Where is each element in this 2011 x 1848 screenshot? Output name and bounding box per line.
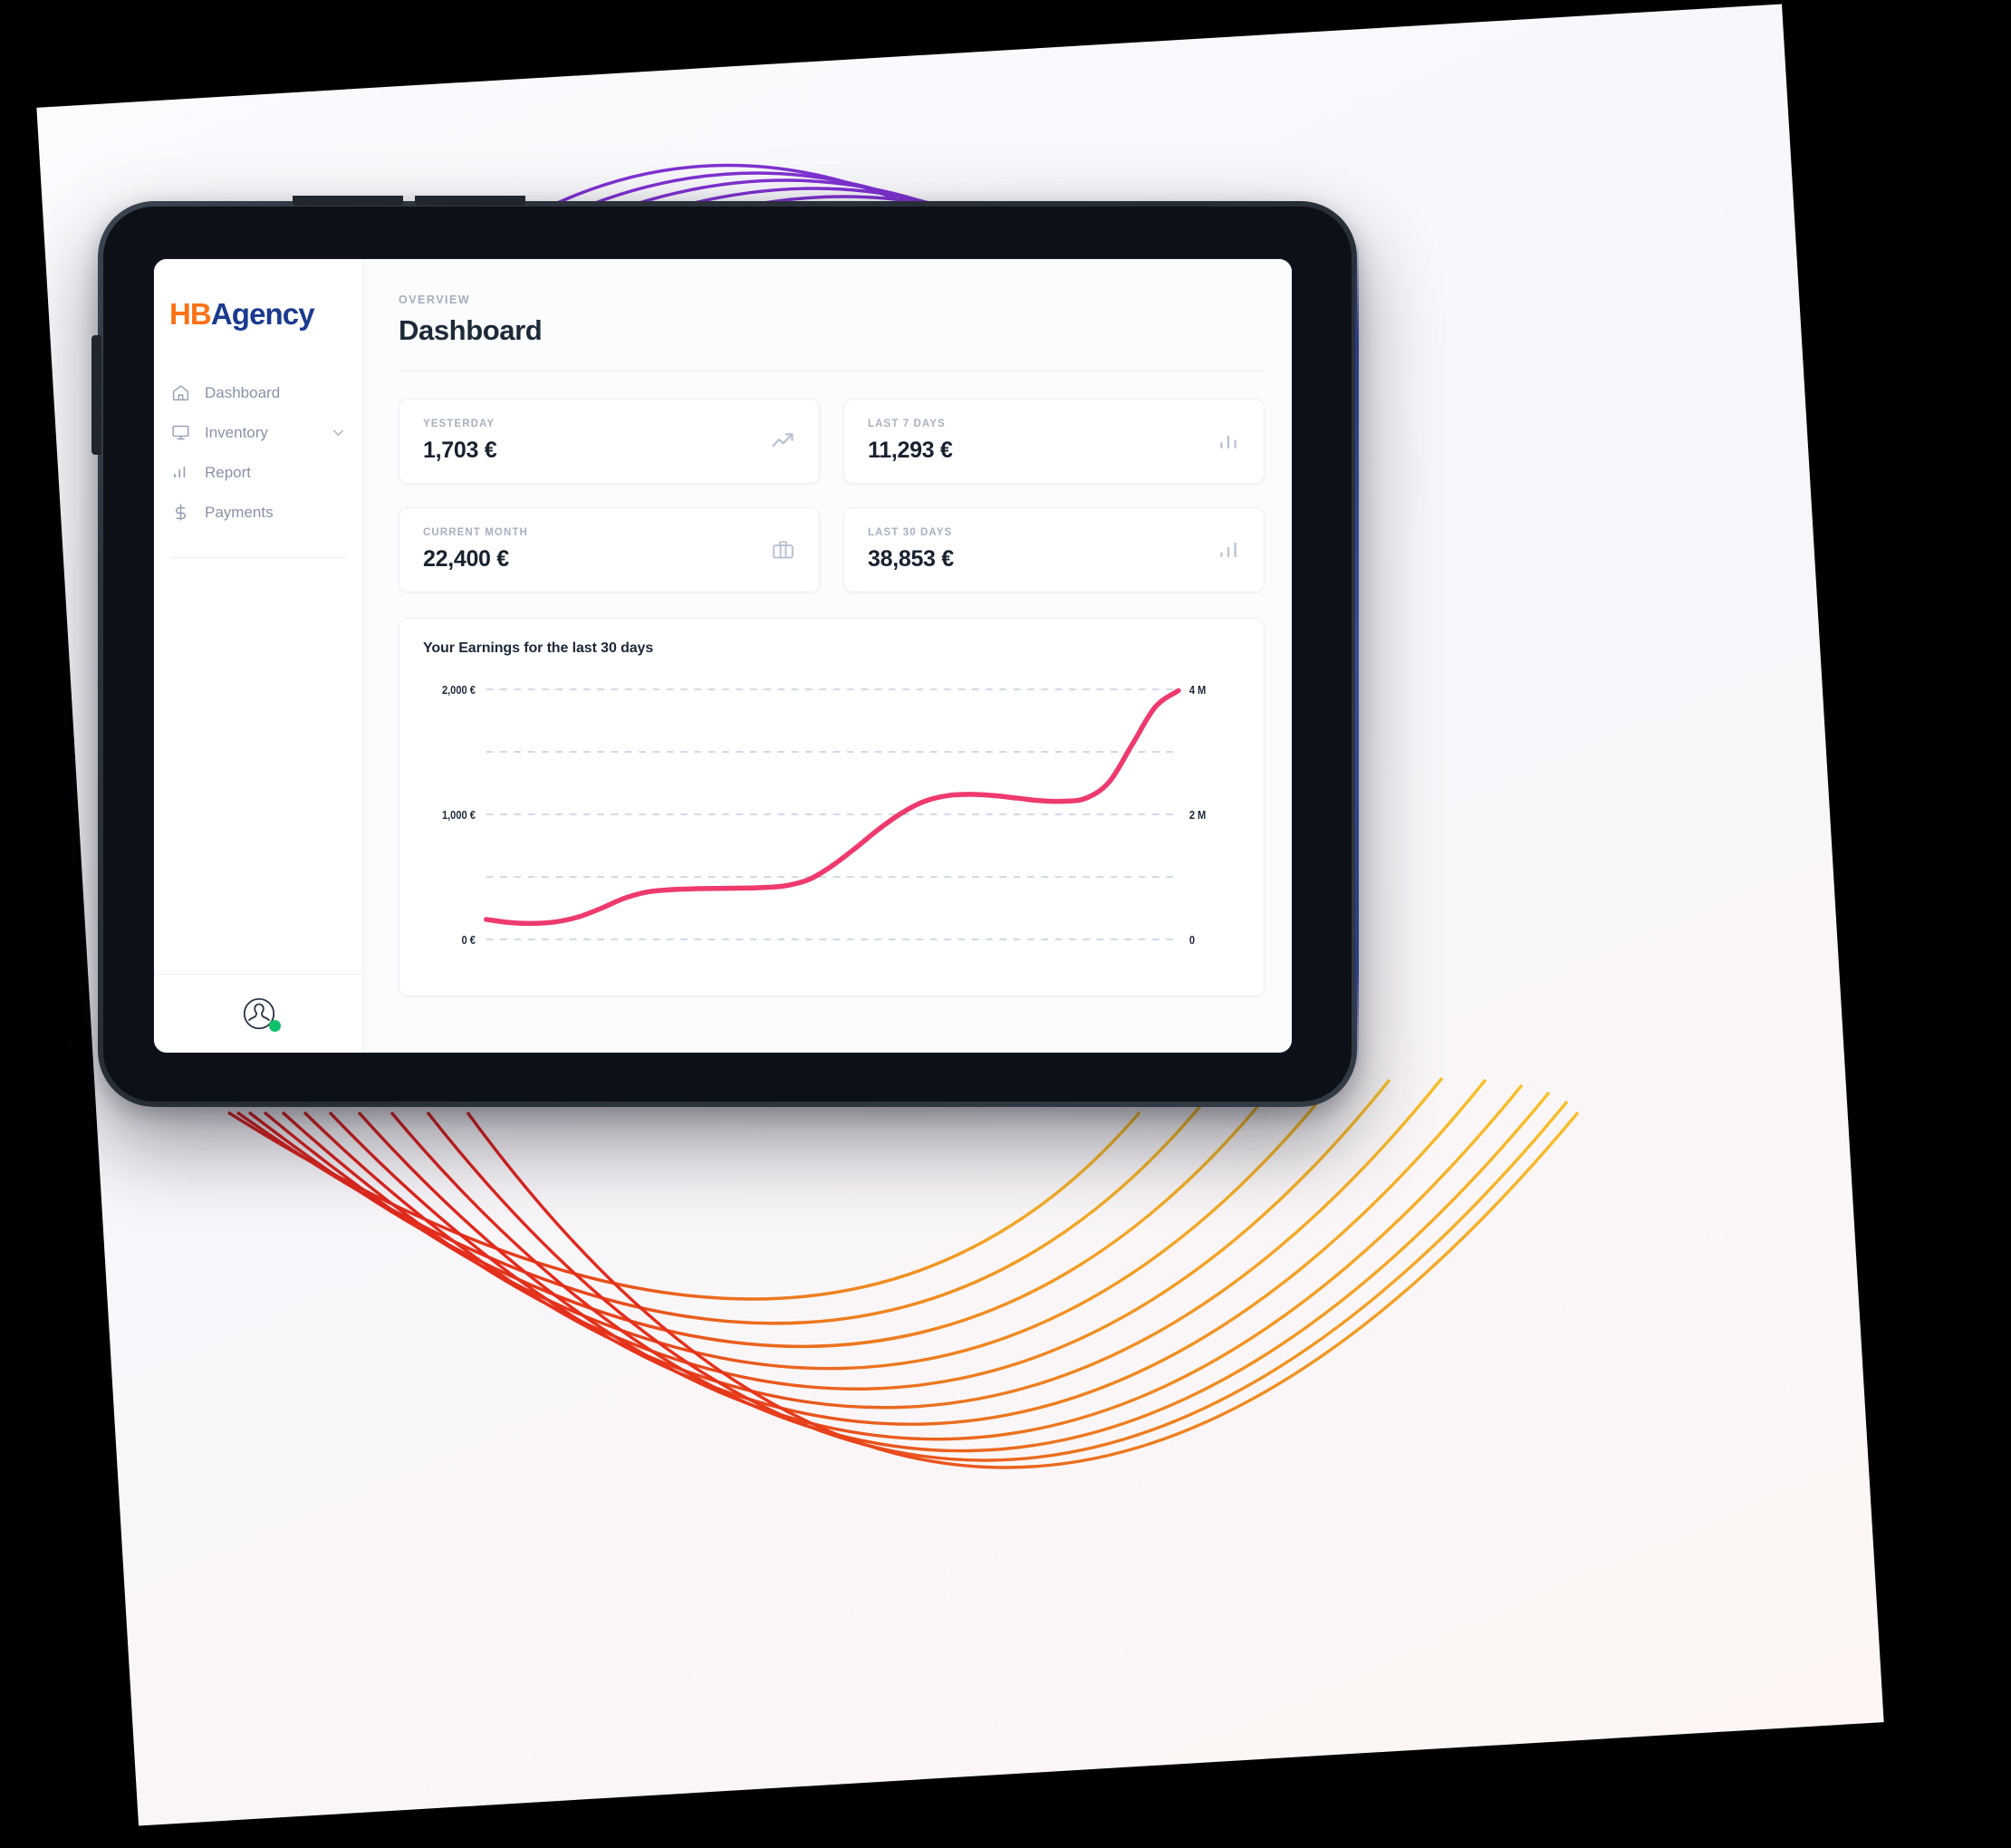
logo-mark: HB: [169, 297, 212, 331]
kpi-card-grid: YESTERDAY 1,703 € LAST 7 DAYS 11,293 € C…: [399, 399, 1265, 592]
tablet-edge-highlight: [1355, 239, 1359, 1069]
kpi-card-last-7-days[interactable]: LAST 7 DAYS 11,293 €: [843, 399, 1265, 484]
chart-left-axis-tick: 1,000 €: [442, 808, 476, 822]
status-dot-online: [268, 1020, 281, 1032]
chart-right-axis-tick: 2 M: [1189, 808, 1206, 822]
page-title: Dashboard: [399, 314, 543, 346]
monitor-icon: [170, 422, 190, 442]
sidebar-item-inventory[interactable]: Inventory: [154, 412, 363, 452]
earnings-chart-card: Your Earnings for the last 30 days 0 € 1,…: [399, 618, 1265, 996]
sidebar-item-label: Payments: [205, 503, 274, 521]
bar-chart-icon: [170, 462, 190, 482]
bar-chart-ascending-icon: [1217, 538, 1240, 562]
chart-right-axis-tick: 0: [1189, 933, 1195, 947]
chart-series-line-earnings: [486, 690, 1179, 923]
chart-left-axis-tick: 2,000 €: [442, 683, 476, 697]
kpi-card-last-30-days[interactable]: LAST 30 DAYS 38,853 €: [843, 507, 1265, 592]
sidebar-item-label: Report: [205, 463, 252, 481]
breadcrumb-eyebrow: OVERVIEW: [399, 294, 471, 306]
bar-chart-icon: [1217, 429, 1240, 453]
main-content: OVERVIEW Dashboard YESTERDAY 1,703 € LAS…: [364, 259, 1292, 1053]
sidebar: HBAgency Dashboard Inventory Report Paym…: [154, 259, 364, 1053]
sidebar-item-payments[interactable]: Payments: [154, 492, 363, 532]
kpi-value: 22,400 €: [423, 546, 509, 572]
sidebar-item-label: Inventory: [205, 423, 268, 441]
sidebar-nav: Dashboard Inventory Report Payments: [154, 372, 363, 532]
kpi-label: LAST 30 DAYS: [868, 527, 953, 538]
chart-left-axis-tick: 0 €: [461, 933, 476, 947]
briefcase-icon: [771, 538, 795, 563]
chevron-down-icon[interactable]: [330, 424, 347, 441]
kpi-label: LAST 7 DAYS: [868, 419, 946, 429]
chart-plot-area[interactable]: 0 € 1,000 € 2,000 € 0 2 M 4 M: [423, 677, 1240, 976]
chart-right-axis-tick: 4 M: [1189, 683, 1206, 697]
earnings-line-chart: 0 € 1,000 € 2,000 € 0 2 M 4 M: [442, 683, 1206, 947]
sidebar-item-label: Dashboard: [205, 383, 281, 401]
sidebar-item-dashboard[interactable]: Dashboard: [154, 372, 363, 412]
app-screen: HBAgency Dashboard Inventory Report Paym…: [154, 259, 1292, 1053]
dollar-sign-icon: [170, 502, 190, 522]
trending-up-icon: [770, 428, 795, 454]
tablet-power-button[interactable]: [91, 335, 101, 455]
kpi-label: CURRENT MONTH: [423, 527, 528, 538]
chart-title: Your Earnings for the last 30 days: [423, 640, 654, 656]
kpi-card-yesterday[interactable]: YESTERDAY 1,703 €: [399, 399, 820, 484]
tablet-volume-button-down[interactable]: [415, 196, 525, 206]
sidebar-item-report[interactable]: Report: [154, 452, 363, 492]
screenshot-stage: HBAgency Dashboard Inventory Report Paym…: [0, 0, 2011, 1848]
app-logo[interactable]: HBAgency: [154, 259, 363, 329]
kpi-label: YESTERDAY: [423, 419, 496, 429]
avatar[interactable]: [240, 995, 281, 1033]
kpi-value: 1,703 €: [423, 438, 497, 463]
tablet-volume-button-up[interactable]: [293, 196, 403, 206]
tablet-bezel: HBAgency Dashboard Inventory Report Paym…: [103, 207, 1352, 1102]
home-icon: [170, 382, 190, 402]
tablet-device: HBAgency Dashboard Inventory Report Paym…: [91, 196, 1359, 1107]
kpi-value: 38,853 €: [868, 546, 954, 572]
logo-wordmark: Agency: [210, 297, 315, 331]
kpi-value: 11,293 €: [868, 438, 953, 463]
kpi-card-current-month[interactable]: CURRENT MONTH 22,400 €: [399, 507, 820, 592]
sidebar-footer: [154, 974, 363, 1053]
